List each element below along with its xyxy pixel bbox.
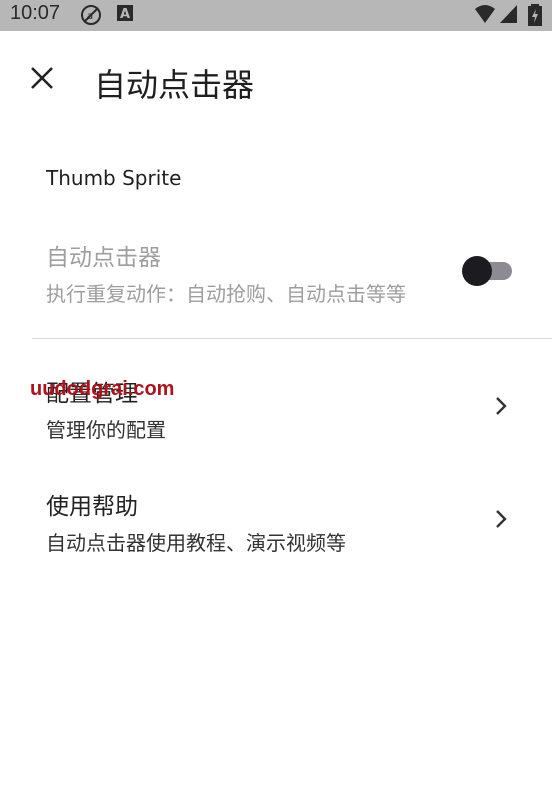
setting-subtitle: 自动点击器使用教程、演示视频等 — [46, 531, 346, 555]
setting-row-auto-clicker[interactable]: 自动点击器 执行重复动作：自动抢购、自动点击等等 — [0, 226, 552, 326]
page-title: 自动点击器 — [94, 66, 255, 104]
toggle-thumb — [462, 256, 492, 286]
setting-row-help[interactable]: 使用帮助 自动点击器使用教程、演示视频等 — [0, 475, 552, 565]
font-icon: A — [117, 4, 133, 26]
section-label: Thumb Sprite — [46, 166, 182, 190]
setting-subtitle: 管理你的配置 — [46, 418, 166, 442]
setting-title: 使用帮助 — [46, 494, 138, 520]
wifi-icon — [474, 4, 496, 28]
watermark-text: uudodgrai.com — [30, 378, 175, 400]
divider — [32, 338, 552, 339]
setting-row-config-management[interactable]: 配置管理 管理你的配置 — [0, 362, 552, 452]
no-sync-icon: a — [80, 4, 102, 30]
chevron-right-icon — [490, 395, 512, 417]
status-time: 10:07 — [10, 2, 61, 24]
auto-clicker-toggle[interactable] — [462, 256, 514, 286]
signal-icon — [500, 4, 518, 28]
setting-title: 自动点击器 — [46, 245, 161, 271]
svg-text:a: a — [87, 11, 93, 22]
chevron-right-icon — [490, 508, 512, 530]
status-bar: 10:07 a A — [0, 0, 552, 31]
close-button[interactable] — [26, 64, 58, 96]
close-icon — [29, 65, 55, 95]
battery-charging-icon — [528, 4, 542, 30]
setting-subtitle: 执行重复动作：自动抢购、自动点击等等 — [46, 282, 406, 306]
svg-text:A: A — [120, 7, 130, 22]
